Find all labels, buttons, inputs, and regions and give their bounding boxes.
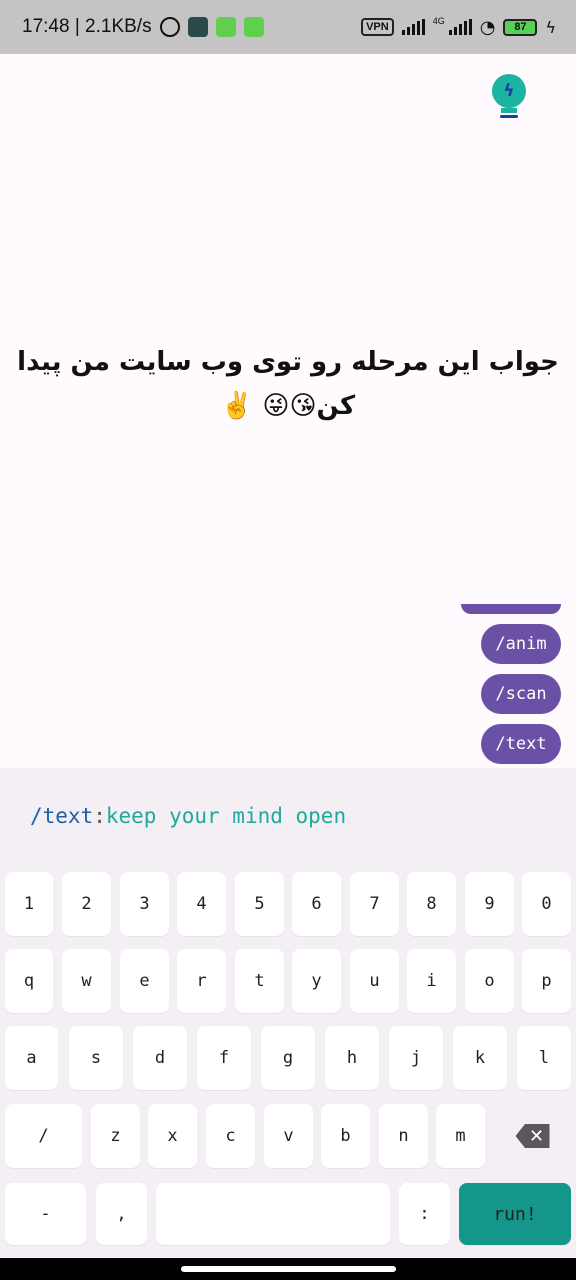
key-q[interactable]: q	[5, 949, 53, 1013]
key-8[interactable]: 8	[407, 872, 456, 936]
key-l[interactable]: l	[517, 1026, 571, 1090]
run-button[interactable]: run!	[459, 1183, 571, 1245]
status-right: VPN 4G ◔ 87 ϟ	[361, 16, 556, 38]
backspace-icon: ✕	[515, 1124, 550, 1148]
alarm-icon	[159, 17, 180, 37]
key-0[interactable]: 0	[522, 872, 571, 936]
chip-anim[interactable]: /anim	[481, 624, 561, 664]
network-type: 4G	[432, 16, 445, 26]
key-t[interactable]: t	[235, 949, 284, 1013]
key-i[interactable]: i	[407, 949, 456, 1013]
key-a[interactable]: a	[5, 1026, 58, 1090]
key-1[interactable]: 1	[5, 872, 53, 936]
key-2[interactable]: 2	[62, 872, 111, 936]
key-e[interactable]: e	[120, 949, 169, 1013]
key-3[interactable]: 3	[120, 872, 169, 936]
key-f[interactable]: f	[197, 1026, 251, 1090]
vpn-icon: VPN	[361, 18, 394, 36]
key-slash[interactable]: /	[5, 1104, 82, 1168]
key-r[interactable]: r	[177, 949, 226, 1013]
key-4[interactable]: 4	[177, 872, 226, 936]
key-x[interactable]: x	[148, 1104, 197, 1168]
key-comma[interactable]: ,	[96, 1183, 147, 1245]
key-w[interactable]: w	[62, 949, 111, 1013]
status-bar: 17:48 | 2.1KB/s VPN 4G ◔ 87 ϟ	[0, 0, 576, 54]
space-key[interactable]	[156, 1183, 390, 1245]
key-5[interactable]: 5	[235, 872, 284, 936]
key-m[interactable]: m	[436, 1104, 485, 1168]
key-colon[interactable]: :	[399, 1183, 450, 1245]
backspace-key[interactable]: ✕	[494, 1104, 571, 1168]
key-k[interactable]: k	[453, 1026, 507, 1090]
app-notification-icon	[187, 17, 208, 37]
home-gesture-handle[interactable]	[181, 1266, 396, 1272]
command-prefix: /text	[30, 804, 94, 828]
android-icon	[215, 17, 236, 37]
key-n[interactable]: n	[379, 1104, 428, 1168]
key-7[interactable]: 7	[350, 872, 399, 936]
wifi-icon: ◔	[479, 16, 496, 38]
key-z[interactable]: z	[91, 1104, 140, 1168]
command-separator: :	[93, 804, 106, 828]
key-g[interactable]: g	[261, 1026, 315, 1090]
charging-icon: ϟ	[545, 17, 556, 37]
key-6[interactable]: 6	[292, 872, 341, 936]
lightbulb-bolt-icon[interactable]: ϟ	[490, 74, 528, 120]
chip-text[interactable]: /text	[481, 724, 561, 764]
key-d[interactable]: d	[133, 1026, 187, 1090]
signal-icon-2	[448, 19, 472, 35]
key-c[interactable]: c	[206, 1104, 255, 1168]
key-s[interactable]: s	[69, 1026, 123, 1090]
battery-icon: 87	[503, 18, 538, 36]
status-left: 17:48 | 2.1KB/s	[22, 16, 264, 38]
android-icon-2	[243, 17, 264, 37]
key-u[interactable]: u	[350, 949, 399, 1013]
key-p[interactable]: p	[522, 949, 571, 1013]
key-h[interactable]: h	[325, 1026, 379, 1090]
key-9[interactable]: 9	[465, 872, 514, 936]
chip-partial[interactable]	[461, 604, 561, 614]
status-time: 17:48 | 2.1KB/s	[22, 16, 152, 37]
key-v[interactable]: v	[264, 1104, 313, 1168]
command-value: keep your mind open	[105, 804, 347, 828]
key-o[interactable]: o	[465, 949, 514, 1013]
chip-scan[interactable]: /scan	[481, 674, 561, 714]
key-y[interactable]: y	[292, 949, 341, 1013]
key-b[interactable]: b	[321, 1104, 370, 1168]
message-text: جواب این مرحله رو توی وب سایت من پیدا کن…	[17, 347, 559, 421]
key-dash[interactable]: -	[5, 1183, 86, 1245]
signal-icon	[401, 19, 425, 35]
key-j[interactable]: j	[389, 1026, 443, 1090]
command-input[interactable]: /text:keep your mind open	[30, 804, 346, 828]
